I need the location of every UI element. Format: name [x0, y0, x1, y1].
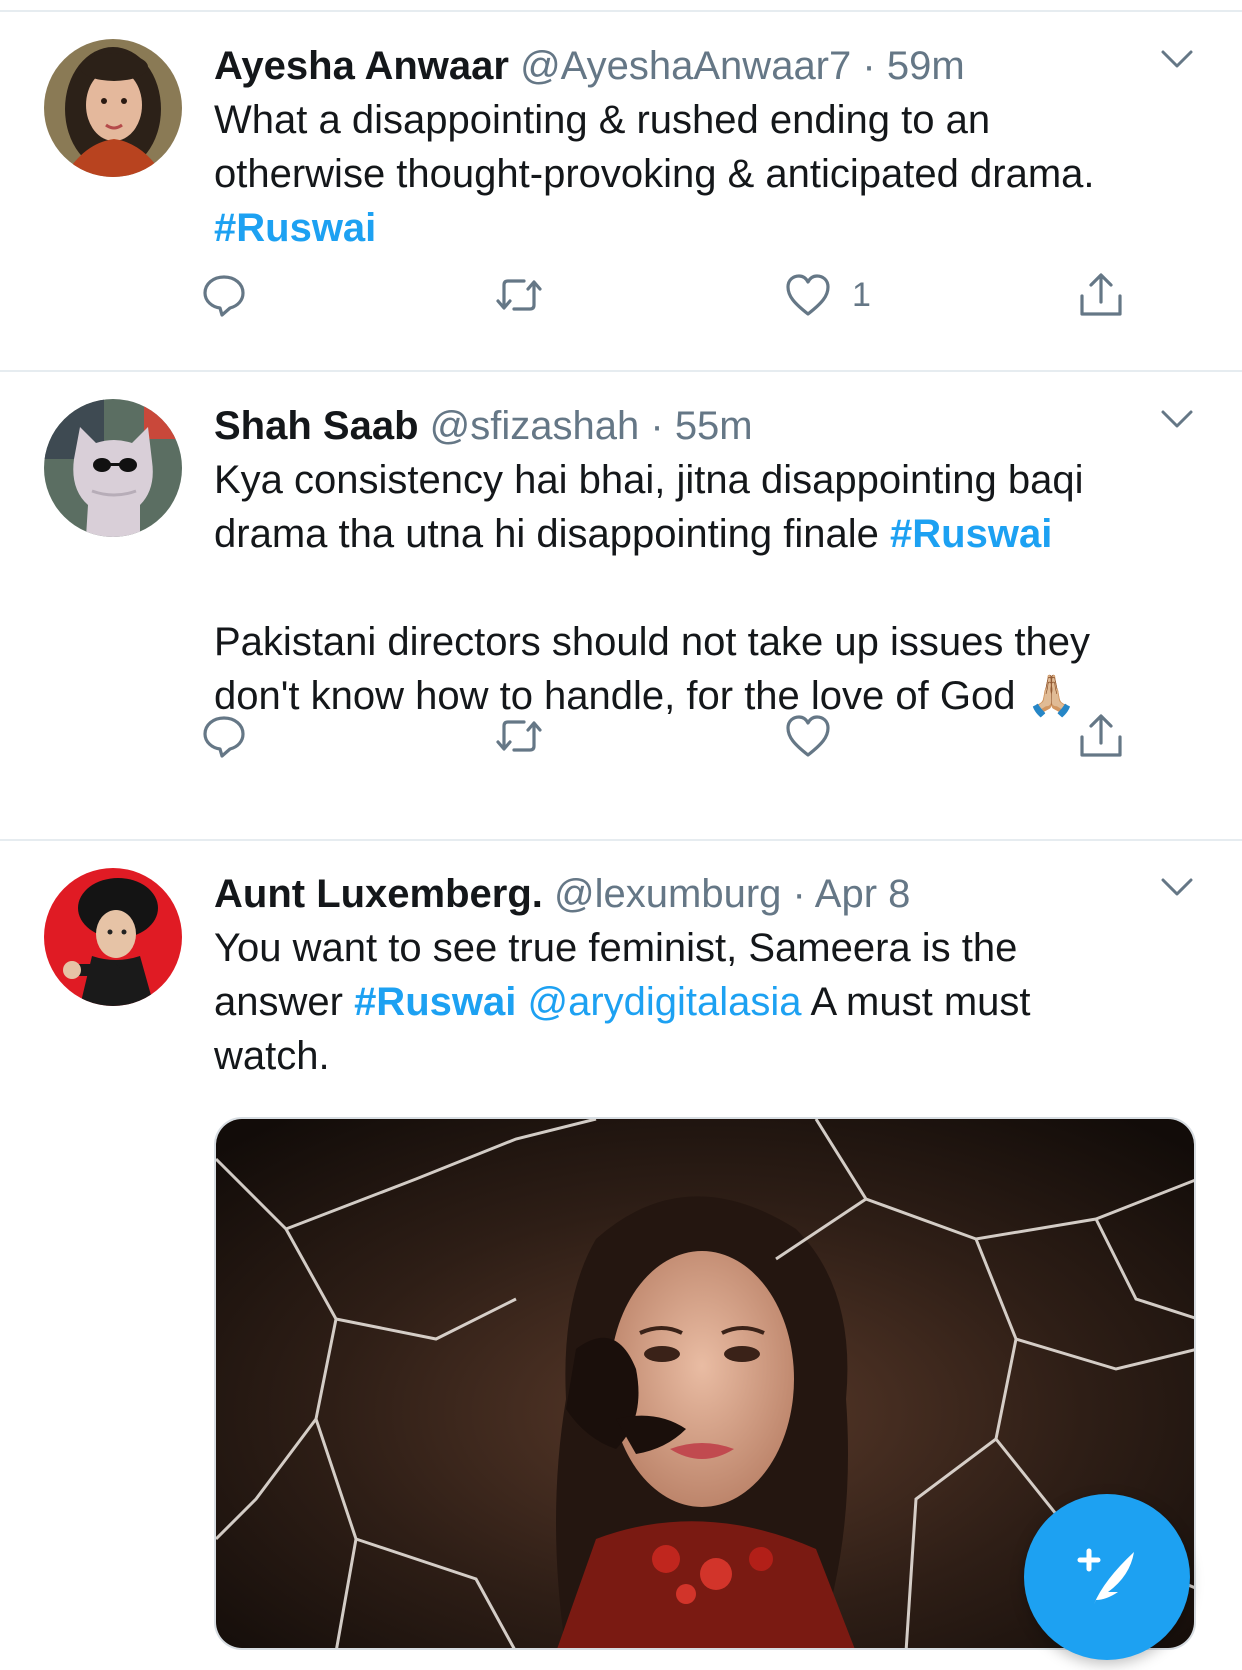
reply-button[interactable]: [200, 711, 248, 761]
compose-tweet-button[interactable]: [1024, 1494, 1190, 1660]
avatar[interactable]: [44, 399, 182, 537]
share-button[interactable]: [1078, 270, 1124, 320]
chevron-down-icon[interactable]: [1160, 876, 1194, 900]
like-button[interactable]: [784, 711, 832, 761]
hashtag-link[interactable]: #Ruswai: [354, 980, 516, 1024]
reply-button[interactable]: [200, 270, 248, 320]
tweet-actions: [0, 711, 1242, 761]
share-button[interactable]: [1078, 711, 1124, 761]
tweet-header: Ayesha Anwaar @AyeshaAnwaar7 · 59m: [214, 42, 1132, 90]
tweet-text: Kya consistency hai bhai, jitna disappoi…: [214, 458, 1091, 718]
tweet-text: What a disappointing & rushed ending to …: [214, 98, 1095, 250]
retweet-button[interactable]: [492, 270, 546, 320]
tweet-header: Shah Saab @sfizashah · 55m: [214, 402, 1132, 450]
tweet-text: You want to see true feminist, Sameera i…: [214, 926, 1031, 1078]
chevron-down-icon[interactable]: [1160, 408, 1194, 432]
handle[interactable]: @lexumburg: [554, 872, 781, 916]
reply-icon: [203, 275, 245, 317]
separator: ·: [862, 44, 876, 88]
like-icon: [786, 715, 830, 757]
display-name[interactable]: Ayesha Anwaar: [214, 44, 509, 88]
timestamp[interactable]: 55m: [675, 404, 753, 448]
display-name[interactable]: Shah Saab: [214, 404, 419, 448]
display-name[interactable]: Aunt Luxemberg.: [214, 872, 543, 916]
mention-link[interactable]: @arydigitalasia: [527, 980, 801, 1024]
avatar[interactable]: [44, 39, 182, 177]
timestamp[interactable]: 59m: [887, 44, 965, 88]
share-icon: [1080, 273, 1122, 316]
avatar[interactable]: [44, 868, 182, 1006]
tweet[interactable]: Shah Saab @sfizashah · 55m Kya consisten…: [0, 372, 1242, 839]
like-icon: [786, 274, 830, 316]
compose-tweet-icon: [1077, 1548, 1134, 1604]
handle[interactable]: @AyeshaAnwaar7: [520, 44, 851, 88]
like-count: 1: [852, 275, 871, 314]
hashtag-link[interactable]: #Ruswai: [890, 512, 1052, 556]
like-button[interactable]: 1: [784, 270, 871, 320]
chevron-down-icon[interactable]: [1160, 48, 1194, 72]
handle[interactable]: @sfizashah: [430, 404, 640, 448]
tweet-actions: 1: [0, 270, 1242, 320]
tweet[interactable]: Ayesha Anwaar @AyeshaAnwaar7 · 59m What …: [0, 0, 1242, 370]
share-icon: [1080, 714, 1122, 757]
timestamp[interactable]: Apr 8: [815, 872, 911, 916]
retweet-button[interactable]: [492, 711, 546, 761]
retweet-icon: [496, 720, 542, 752]
tweet-header: Aunt Luxemberg. @lexumburg · Apr 8: [214, 870, 1132, 918]
reply-icon: [203, 716, 245, 758]
retweet-icon: [496, 279, 542, 311]
hashtag-link[interactable]: #Ruswai: [214, 206, 376, 250]
separator: ·: [650, 404, 664, 448]
separator: ·: [792, 872, 806, 916]
